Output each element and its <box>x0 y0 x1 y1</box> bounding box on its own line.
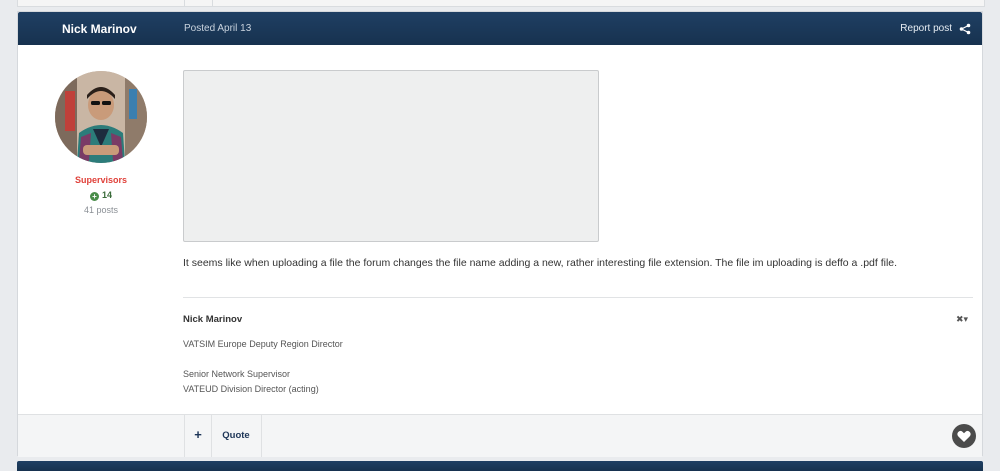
avatar-photo <box>55 71 147 163</box>
previous-post-controls <box>17 0 985 7</box>
posted-date[interactable]: Posted April 13 <box>184 23 251 34</box>
share-icon[interactable] <box>959 23 971 35</box>
react-button[interactable] <box>952 424 976 448</box>
quote-button[interactable]: Quote <box>211 415 262 457</box>
post-count: 41 posts <box>83 205 119 215</box>
post-body: It seems like when uploading a file the … <box>183 257 898 269</box>
reputation-count: 14 <box>101 190 112 200</box>
author-name-link[interactable]: Nick Marinov <box>62 22 137 36</box>
forum-post: Nick Marinov Posted April 13 Report post <box>17 11 983 457</box>
signature-toggle-icon[interactable]: ✖▾ <box>956 314 968 325</box>
signature-line: VATEUD Division Director (acting) <box>183 384 319 394</box>
signature-line: VATSIM Europe Deputy Region Director <box>183 339 343 349</box>
attachment-placeholder[interactable] <box>183 70 599 242</box>
signature-divider <box>183 297 973 298</box>
member-group: Supervisors <box>74 175 128 185</box>
avatar[interactable] <box>55 71 147 163</box>
plus-circle-icon: + <box>89 192 99 201</box>
multiquote-button[interactable]: + <box>184 415 212 457</box>
reputation-badge[interactable]: +14 <box>18 190 184 201</box>
signature-name: Nick Marinov <box>183 314 243 325</box>
forum-page: Nick Marinov Posted April 13 Report post <box>0 0 1000 471</box>
divider <box>212 0 213 6</box>
signature-line: Senior Network Supervisor <box>183 369 291 379</box>
divider <box>184 0 185 6</box>
heart-icon <box>957 430 971 442</box>
post-controls: + Quote <box>18 414 982 457</box>
report-post-link[interactable]: Report post <box>900 23 952 34</box>
post-header: Nick Marinov Posted April 13 Report post <box>18 12 982 45</box>
next-post-header <box>17 461 983 471</box>
